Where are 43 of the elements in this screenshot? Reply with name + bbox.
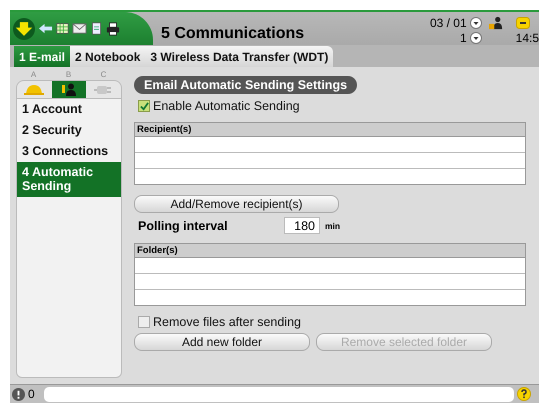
message-count: 0	[28, 387, 35, 401]
polling-input[interactable]: 180	[284, 217, 320, 234]
section-title: Email Automatic Sending Settings	[134, 76, 358, 94]
tab[interactable]: 3 Wireless Data Transfer (WDT)	[145, 46, 334, 67]
download-icon[interactable]	[13, 18, 35, 40]
column-header: Recipient(s)	[135, 123, 525, 137]
helmet-icon	[24, 84, 44, 96]
dropdown-icon[interactable]	[470, 16, 482, 28]
sidebar-item[interactable]: 3 Connections	[17, 141, 121, 162]
checkbox[interactable]	[138, 316, 150, 328]
minimize-icon[interactable]	[516, 16, 530, 28]
folder-button[interactable]: Add new folder	[134, 333, 310, 351]
envelope-icon[interactable]	[72, 21, 87, 36]
polling-label: Polling interval	[138, 218, 229, 232]
category-tab[interactable]	[52, 81, 86, 98]
person-tool-icon	[61, 83, 77, 96]
dropdown-icon[interactable]	[470, 32, 482, 44]
print-icon[interactable]	[106, 22, 120, 36]
user-icon[interactable]	[488, 16, 503, 30]
checkbox[interactable]	[138, 100, 150, 112]
grid-icon[interactable]	[56, 22, 69, 35]
tab-letter: B	[64, 70, 72, 80]
tab-letter: A	[30, 70, 38, 80]
tab-letter: C	[100, 70, 108, 80]
add-remove-recipients-button[interactable]: Add/Remove recipient(s)	[134, 195, 339, 213]
page-number: 1	[460, 30, 467, 44]
document-icon[interactable]	[90, 22, 103, 35]
plug-icon	[94, 84, 114, 96]
back-arrow-icon[interactable]	[38, 21, 53, 36]
checkbox-label: Remove files after sending	[153, 315, 301, 329]
sidebar-item[interactable]: 2 Security	[17, 120, 121, 141]
column-header: Folder(s)	[135, 244, 525, 258]
sidebar-item[interactable]: 4 Automatic Sending	[17, 162, 121, 197]
tab[interactable]: 1 E-mail	[14, 46, 70, 67]
tab[interactable]: 2 Notebook	[70, 46, 146, 67]
sidebar-item[interactable]: 1 Account	[17, 99, 121, 120]
help-icon[interactable]	[516, 387, 531, 401]
alert-icon	[12, 388, 25, 400]
time-label: 14:5	[516, 30, 539, 44]
checkbox-label: Enable Automatic Sending	[153, 99, 300, 113]
window-title: 5 Communications	[161, 25, 306, 43]
date-label: 03 / 01	[430, 16, 467, 30]
unit-label: min	[325, 220, 340, 230]
